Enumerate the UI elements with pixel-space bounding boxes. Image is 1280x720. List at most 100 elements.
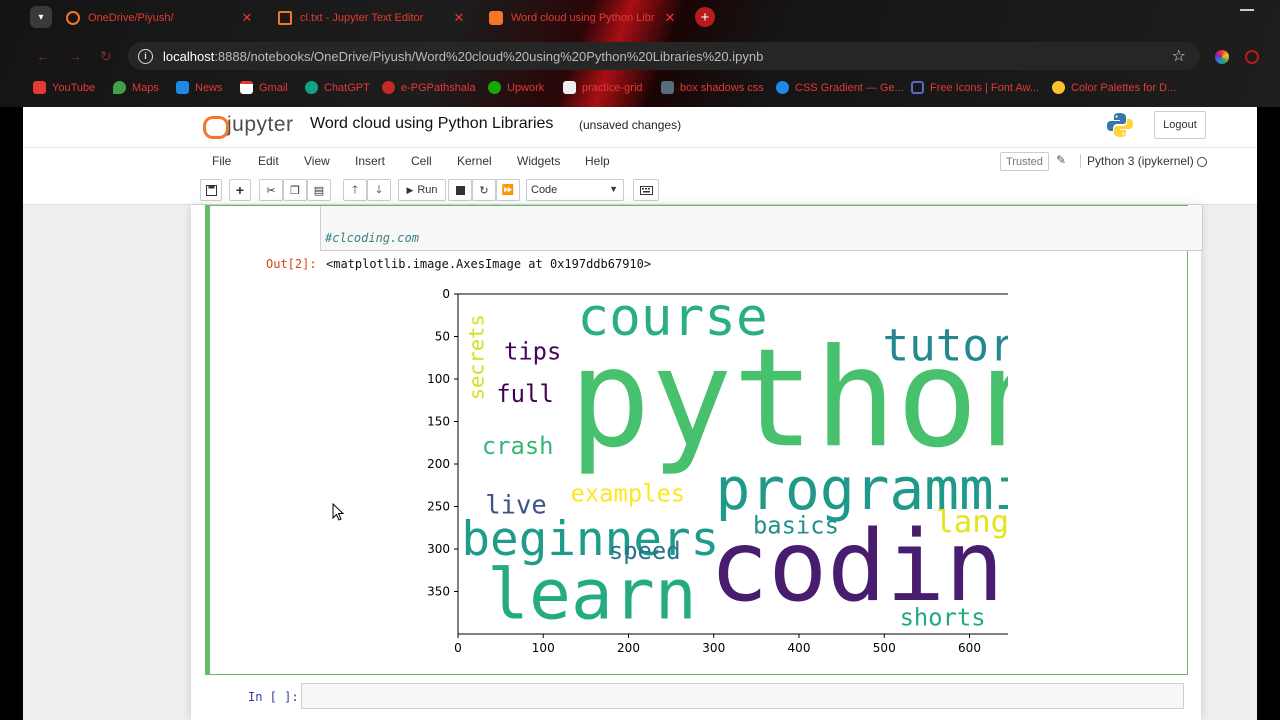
profile-icon[interactable] (1245, 50, 1259, 64)
word-full: full (496, 380, 553, 408)
new-tab-button[interactable]: + (695, 7, 715, 27)
python-logo-icon (1107, 113, 1133, 137)
empty-cell-input[interactable] (301, 683, 1184, 709)
pencil-icon[interactable]: ✎ (1056, 153, 1066, 167)
bookmark-practice-grid[interactable]: practice-grid (563, 81, 643, 94)
bookmark-font-awesome[interactable]: Free Icons | Font Aw... (911, 81, 1039, 94)
plus-icon: + (235, 182, 245, 198)
stop-icon (455, 185, 465, 195)
bookmark-epgpathshala[interactable]: e-PGPathshala (382, 81, 476, 94)
tab-onedrive[interactable]: OneDrive/Piyush/ ✕ (58, 4, 262, 32)
bookmark-label: Free Icons | Font Aw... (930, 81, 1040, 94)
save-status: (unsaved changes) (579, 118, 682, 132)
cell-type-select[interactable]: Code ▼ (526, 179, 624, 201)
bookmark-label: box shadows css (680, 81, 764, 94)
menu-insert[interactable]: Insert (355, 154, 385, 168)
chatgpt-icon (305, 81, 318, 94)
flag-icon (911, 81, 924, 94)
bookmark-maps[interactable]: Maps (113, 81, 159, 94)
y-tick-label: 350 (427, 585, 450, 599)
file-favicon-icon (278, 11, 292, 25)
insert-cell-button[interactable]: + (229, 179, 251, 201)
bookmark-news[interactable]: News (176, 81, 223, 94)
logout-button[interactable]: Logout (1154, 111, 1206, 139)
jupyter-page: jupyter Word cloud using Python Librarie… (23, 107, 1257, 720)
x-tick-label: 200 (617, 641, 640, 655)
forward-icon[interactable]: → (68, 48, 82, 64)
minimize-icon[interactable] (1240, 9, 1254, 11)
url-path: :8888/notebooks/OneDrive/Piyush/Word%20c… (214, 48, 764, 64)
bookmark-label: Maps (132, 81, 159, 94)
bookmark-youtube[interactable]: YouTube (33, 81, 95, 94)
close-tab-icon[interactable]: ✕ (663, 10, 677, 26)
restart-run-all-button[interactable]: ⏩ (496, 179, 520, 201)
notebook-container: #clcoding.com Out[2]: <matplotlib.image.… (191, 205, 1203, 720)
command-palette-button[interactable] (633, 179, 659, 201)
empty-code-cell[interactable]: In [ ]: (205, 681, 1188, 711)
jupyter-logo[interactable]: jupyter (203, 113, 294, 139)
news-icon (176, 81, 189, 94)
menu-file[interactable]: File (212, 154, 231, 168)
bookmark-chatgpt[interactable]: ChatGPT (305, 81, 370, 94)
url-host: localhost (163, 48, 215, 64)
menu-cell[interactable]: Cell (411, 154, 432, 168)
tab-search-button[interactable]: ▾ (30, 6, 52, 28)
menu-widgets[interactable]: Widgets (517, 154, 560, 168)
tab-notebook[interactable]: Word cloud using Python Libra ✕ (481, 4, 685, 32)
kernel-name[interactable]: Python 3 (ipykernel) (1080, 154, 1194, 168)
run-button[interactable]: ▶ Run (398, 179, 446, 201)
cell-input-area[interactable]: #clcoding.com (320, 206, 1203, 251)
word-language: language (935, 505, 1008, 540)
code-cell-selected[interactable]: #clcoding.com Out[2]: <matplotlib.image.… (205, 205, 1203, 675)
menu-help[interactable]: Help (585, 154, 610, 168)
cell-type-value: Code (531, 184, 558, 196)
word-live: live (485, 490, 546, 520)
bookmark-gmail[interactable]: Gmail (240, 81, 288, 94)
save-button[interactable] (200, 179, 222, 201)
fast-forward-icon: ⏩ (501, 184, 515, 196)
site-info-icon[interactable]: i (138, 48, 153, 64)
bookmarks-bar: YouTube Maps News Gmail ChatGPT e-PGPath… (0, 76, 1280, 102)
menu-edit[interactable]: Edit (258, 154, 279, 168)
trusted-badge[interactable]: Trusted (1000, 152, 1049, 171)
menu-kernel[interactable]: Kernel (457, 154, 492, 168)
paste-button[interactable]: ▤ (307, 179, 331, 201)
jupyter-logo-icon (203, 113, 229, 139)
y-tick-label: 150 (427, 415, 450, 429)
word-tips: tips (504, 337, 561, 365)
x-tick-label: 0 (454, 641, 462, 655)
close-tab-icon[interactable]: ✕ (240, 10, 254, 26)
bookmark-box-shadows[interactable]: box shadows css (661, 81, 764, 94)
bookmark-label: YouTube (52, 81, 96, 94)
bookmark-css-gradient[interactable]: CSS Gradient — Ge... (776, 81, 904, 94)
bookmark-label: ChatGPT (324, 81, 370, 94)
word-course: course (577, 287, 767, 348)
bookmark-star-icon[interactable]: ☆ (1172, 46, 1186, 66)
tab-text-editor[interactable]: cl.txt - Jupyter Text Editor ✕ (270, 4, 474, 32)
cut-button[interactable]: ✂ (259, 179, 283, 201)
color-picker-extension-icon[interactable] (1215, 50, 1229, 64)
close-tab-icon[interactable]: ✕ (452, 10, 466, 26)
move-down-button[interactable]: 🡓 (367, 179, 391, 201)
notebook-title[interactable]: Word cloud using Python Libraries (310, 115, 553, 133)
bookmark-label: News (195, 81, 223, 94)
epg-icon (382, 81, 395, 94)
tab-bar: ▾ OneDrive/Piyush/ ✕ cl.txt - Jupyter Te… (0, 0, 1280, 36)
reload-icon[interactable]: ↻ (100, 48, 112, 65)
move-up-button[interactable]: 🡑 (343, 179, 367, 201)
restart-button[interactable]: ↻ (472, 179, 496, 201)
upwork-icon (488, 81, 501, 94)
x-tick-label: 100 (532, 641, 555, 655)
url-bar[interactable]: i localhost:8888/notebooks/OneDrive/Piyu… (128, 42, 1200, 70)
bookmark-color-palettes[interactable]: Color Palettes for D... (1052, 81, 1176, 94)
x-tick-label: 400 (788, 641, 811, 655)
interrupt-button[interactable] (448, 179, 472, 201)
menu-view[interactable]: View (304, 154, 330, 168)
tab-title: cl.txt - Jupyter Text Editor (300, 12, 424, 24)
word-examples: examples (571, 479, 686, 507)
copy-button[interactable]: ❐ (283, 179, 307, 201)
back-icon[interactable]: ← (36, 48, 50, 64)
bookmark-upwork[interactable]: Upwork (488, 81, 544, 94)
screen: ▾ OneDrive/Piyush/ ✕ cl.txt - Jupyter Te… (0, 0, 1280, 720)
palette-icon (1052, 81, 1065, 94)
